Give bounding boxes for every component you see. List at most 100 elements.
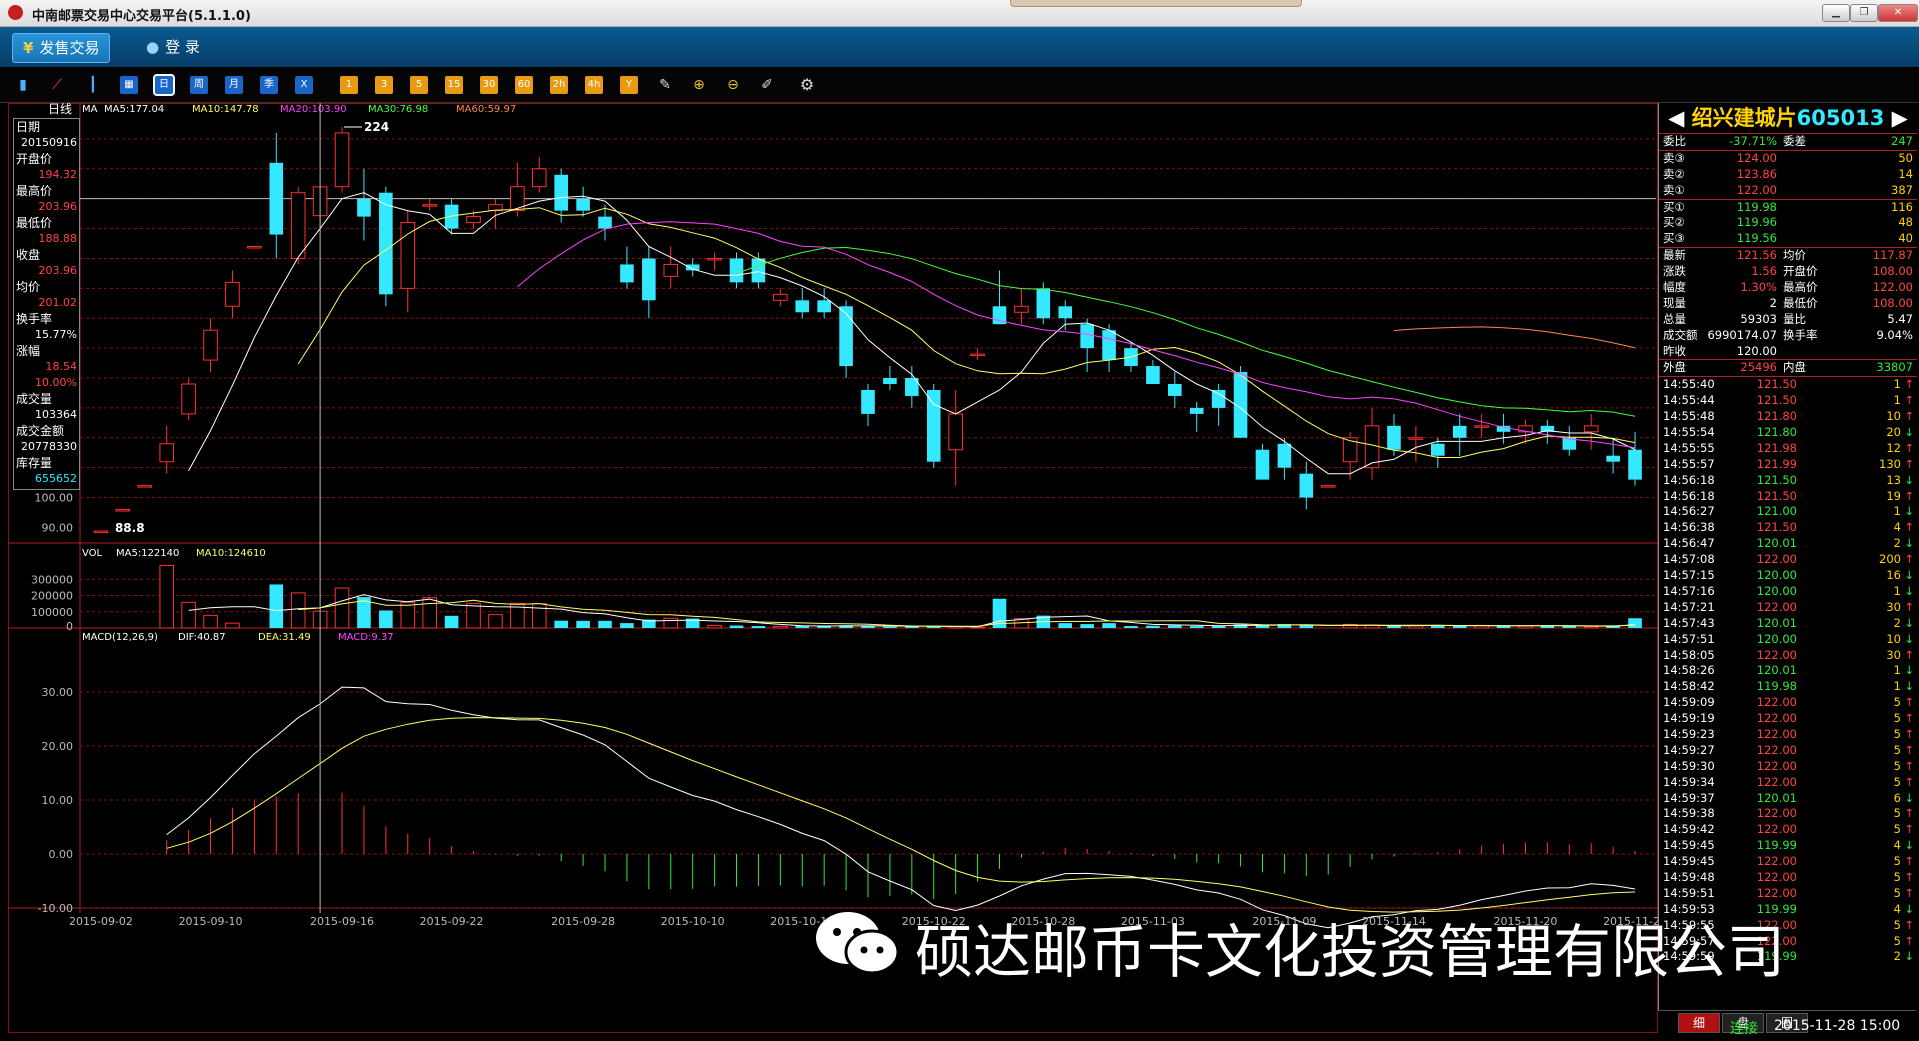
candle-body-down (1277, 443, 1292, 468)
tick-row[interactable]: 14:56:47 120.01 2 ↓ (1659, 536, 1917, 552)
tick-row[interactable]: 14:59:38 122.00 5 ↑ (1659, 806, 1917, 822)
zoom-in-icon[interactable]: ⊕ (690, 76, 708, 94)
tick-row[interactable]: 14:57:08 122.00 200 ↑ (1659, 552, 1917, 568)
calendar-icon[interactable]: ▦ (120, 76, 138, 94)
tick-row[interactable]: 14:59:19 122.00 5 ↑ (1659, 711, 1917, 727)
tick-row[interactable]: 14:59:37 120.01 6 ↓ (1659, 791, 1917, 807)
stat-value: 117.87 (1872, 248, 1913, 263)
ask-row[interactable]: 卖③ 124.00 50 (1659, 149, 1917, 167)
top-drag-handle[interactable] (1010, 0, 1302, 7)
vol-tick-label: 300000 (31, 573, 73, 586)
tick-row[interactable]: 14:57:51 120.00 10 ↓ (1659, 632, 1917, 648)
tab-detail[interactable]: 细 (1678, 1013, 1720, 1033)
minute-1-button[interactable]: 1 (340, 76, 358, 94)
stat-row[interactable]: 最新 121.56 均价 117.87 (1659, 247, 1917, 264)
tick-row[interactable]: 14:55:55 121.98 12 ↑ (1659, 441, 1917, 457)
tick-row[interactable]: 14:59:45 122.00 5 ↑ (1659, 854, 1917, 870)
tick-row[interactable]: 14:56:38 121.50 4 ↑ (1659, 520, 1917, 536)
hour-2-button[interactable]: 2h (550, 76, 568, 94)
period-month-button[interactable]: 月 (225, 76, 243, 94)
stat-label: 现量 (1663, 295, 1686, 310)
bid-row[interactable]: 买③ 119.56 40 (1659, 231, 1917, 247)
tick-time: 14:58:05 (1663, 647, 1715, 662)
tick-row[interactable]: 14:59:23 122.00 5 ↑ (1659, 727, 1917, 743)
draw-tool-icon[interactable]: ✐ (758, 76, 776, 94)
hour-4-button[interactable]: 4h (585, 76, 603, 94)
period-week-button[interactable]: 周 (190, 76, 208, 94)
tick-row[interactable]: 14:55:57 121.99 130 ↑ (1659, 457, 1917, 473)
stat-value: 122.00 (1872, 280, 1913, 295)
menu-sale-trading[interactable]: ¥ 发售交易 (12, 33, 111, 63)
tick-row[interactable]: 14:59:48 122.00 5 ↑ (1659, 870, 1917, 886)
app-logo-icon (8, 5, 23, 20)
tick-volume: 4 (1893, 520, 1901, 535)
tick-row[interactable]: 14:55:54 121.80 20 ↓ (1659, 425, 1917, 441)
period-day-button[interactable]: 日 (153, 74, 175, 96)
bid-row[interactable]: 买② 119.96 48 (1659, 215, 1917, 231)
minute-5-button[interactable]: 5 (410, 76, 428, 94)
tick-row[interactable]: 14:59:42 122.00 5 ↑ (1659, 822, 1917, 838)
pen-icon[interactable]: ✎ (656, 76, 674, 94)
tick-price: 121.98 (1756, 440, 1797, 455)
tick-row[interactable]: 14:57:43 120.01 2 ↓ (1659, 616, 1917, 632)
maximize-button[interactable]: ❐ (1850, 4, 1878, 22)
tick-row[interactable]: 14:59:51 122.00 5 ↑ (1659, 886, 1917, 902)
tick-row[interactable]: 14:55:44 121.50 1 ↑ (1659, 393, 1917, 409)
tick-row[interactable]: 14:59:30 122.00 5 ↑ (1659, 759, 1917, 775)
tick-row[interactable]: 14:57:15 120.00 16 ↓ (1659, 568, 1917, 584)
candlestick-icon[interactable]: ┃ (84, 76, 102, 94)
stat-row[interactable]: 幅度 1.30% 最高价 122.00 (1659, 280, 1917, 296)
minute-3-button[interactable]: 3 (375, 76, 393, 94)
bid-row[interactable]: 买① 119.98 116 (1659, 198, 1917, 216)
minimize-button[interactable]: ▁ (1822, 4, 1850, 22)
tick-volume: 1 (1893, 393, 1901, 408)
candle-body-down (1168, 383, 1182, 396)
tick-row[interactable]: 14:55:40 121.50 1 ↑ (1659, 376, 1917, 393)
zoom-out-icon[interactable]: ⊖ (724, 76, 742, 94)
tick-row[interactable]: 14:58:42 119.98 1 ↓ (1659, 679, 1917, 695)
stat-row[interactable]: 总量 59303 量比 5.47 (1659, 312, 1917, 328)
tick-row[interactable]: 14:57:16 120.00 1 ↓ (1659, 584, 1917, 600)
tick-time: 14:55:44 (1663, 393, 1715, 408)
gear-icon[interactable]: ⚙ (798, 76, 816, 94)
order-ratio-row[interactable]: 委比 -37.71% 委差 247 (1659, 133, 1917, 150)
stat-row[interactable]: 现量 2 最低价 108.00 (1659, 296, 1917, 312)
menu-login[interactable]: ● 登 录 (136, 33, 210, 61)
kline-chart[interactable]: 100.00 90.00 日线 MA MA5:177.04 MA10:147.78 MA20… (8, 103, 1658, 1033)
close-button[interactable]: ✕ (1878, 4, 1918, 22)
period-season-button[interactable]: 季 (260, 76, 278, 94)
candle-body-down (379, 192, 393, 295)
outer-inner-row[interactable]: 外盘 25496 内盘 33807 (1659, 359, 1917, 376)
tick-volume: 1 (1893, 583, 1901, 598)
minute-15-button[interactable]: 15 (445, 76, 463, 94)
stat-row[interactable]: 成交额 6990174.07 换手率 9.04% (1659, 328, 1917, 344)
line-chart-icon[interactable]: ⟋ (48, 76, 66, 94)
ask-row[interactable]: 卖② 123.86 14 (1659, 167, 1917, 183)
prev-stock-icon[interactable]: ◀ (1668, 106, 1684, 130)
next-stock-icon[interactable]: ▶ (1892, 106, 1908, 130)
volume-bar-down (1058, 623, 1073, 628)
tick-row[interactable]: 14:59:34 122.00 5 ↑ (1659, 775, 1917, 791)
tick-row[interactable]: 14:56:27 121.00 1 ↓ (1659, 504, 1917, 520)
tick-volume: 5 (1893, 806, 1901, 821)
period-custom-button[interactable]: X (295, 76, 313, 94)
minute-30-button[interactable]: 30 (480, 76, 498, 94)
tick-row[interactable]: 14:56:18 121.50 19 ↑ (1659, 489, 1917, 505)
tick-row[interactable]: 14:55:48 121.80 10 ↑ (1659, 409, 1917, 425)
tick-time: 14:56:38 (1663, 520, 1715, 535)
tick-row[interactable]: 14:57:21 122.00 30 ↑ (1659, 600, 1917, 616)
year-button[interactable]: Y (620, 76, 638, 94)
minute-60-button[interactable]: 60 (515, 76, 533, 94)
bar-chart-icon[interactable]: ▮ (14, 76, 32, 94)
stat-row[interactable]: 昨收 120.00 (1659, 344, 1917, 360)
arrow-down-icon: ↓ (1904, 504, 1914, 519)
tick-row[interactable]: 14:58:26 120.01 1 ↓ (1659, 663, 1917, 679)
tick-row[interactable]: 14:59:09 122.00 5 ↑ (1659, 695, 1917, 711)
tick-row[interactable]: 14:56:18 121.50 13 ↓ (1659, 473, 1917, 489)
tick-row[interactable]: 14:59:45 119.99 4 ↓ (1659, 838, 1917, 854)
tick-row[interactable]: 14:59:27 122.00 5 ↑ (1659, 743, 1917, 759)
ask-row[interactable]: 卖① 122.00 387 (1659, 183, 1917, 199)
stat-row[interactable]: 涨跌 1.56 开盘价 108.00 (1659, 264, 1917, 280)
ohlc-label: 换手率 (16, 312, 53, 326)
tick-row[interactable]: 14:58:05 122.00 30 ↑ (1659, 648, 1917, 664)
